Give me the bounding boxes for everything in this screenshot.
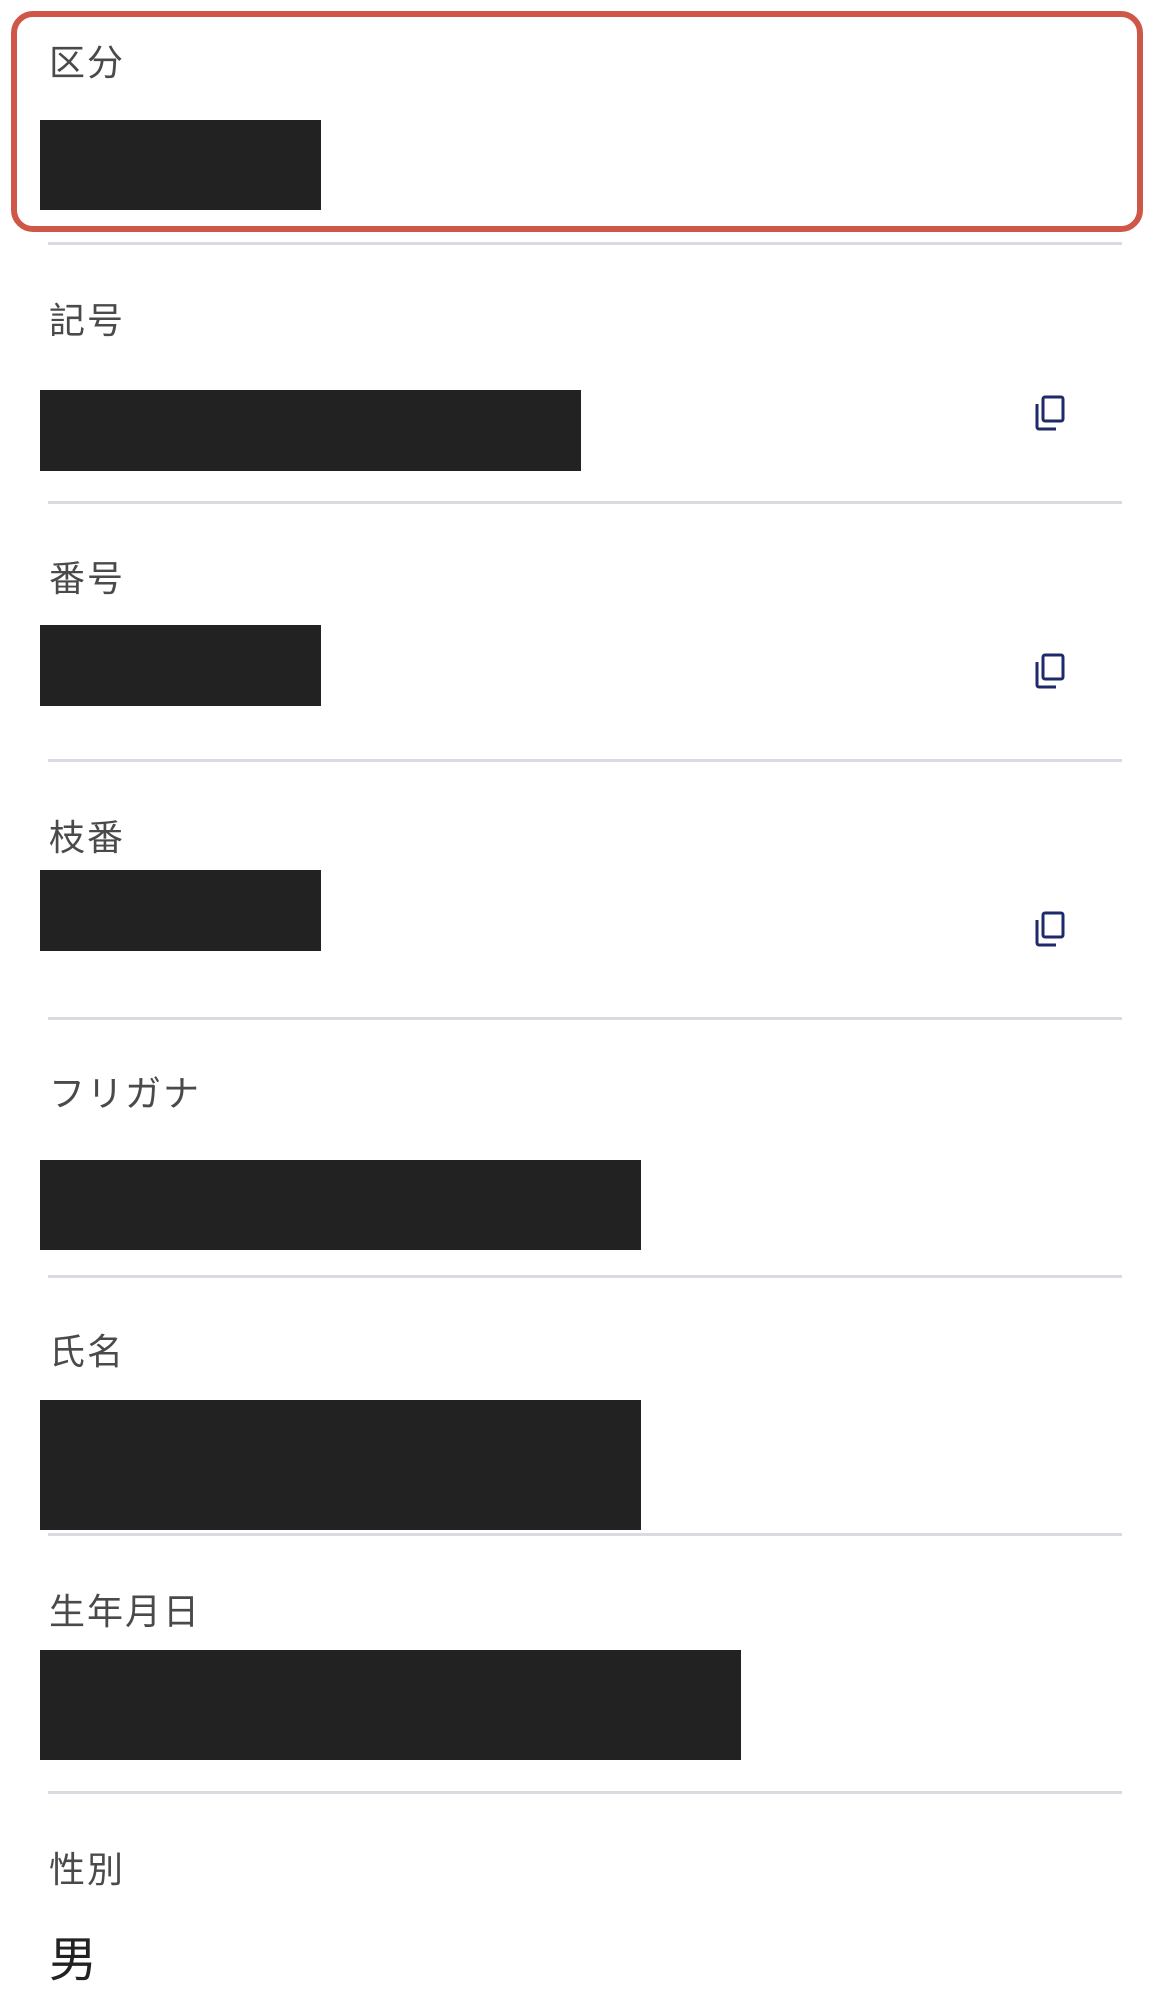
copy-kigou-button[interactable] — [1028, 389, 1072, 437]
copy-bangou-button[interactable] — [1028, 647, 1072, 695]
field-label-furigana: フリガナ — [49, 1074, 202, 1115]
divider — [48, 759, 1122, 762]
divider — [48, 1533, 1122, 1536]
field-label-bangou: 番号 — [49, 559, 126, 600]
copy-edaban-button[interactable] — [1028, 905, 1072, 953]
field-value-furigana-redacted — [40, 1160, 641, 1250]
field-value-bangou-redacted — [40, 625, 321, 706]
field-label-birthdate: 生年月日 — [49, 1592, 202, 1633]
divider — [48, 1275, 1122, 1278]
field-value-gender: 男 — [49, 1932, 98, 1988]
field-label-kubun: 区分 — [49, 43, 126, 84]
copy-icon — [1035, 395, 1065, 431]
field-label-edaban: 枝番 — [49, 818, 126, 859]
field-value-edaban-redacted — [40, 870, 321, 951]
field-value-birthdate-redacted — [40, 1650, 741, 1760]
copy-icon — [1035, 911, 1065, 947]
copy-icon — [1035, 653, 1065, 689]
divider — [48, 1017, 1122, 1020]
field-value-kubun-redacted — [40, 120, 321, 210]
field-label-shimei: 氏名 — [49, 1332, 126, 1373]
divider — [48, 1791, 1122, 1794]
field-label-gender: 性別 — [49, 1850, 126, 1891]
field-value-shimei-redacted — [40, 1400, 641, 1530]
field-value-kigou-redacted — [40, 390, 581, 471]
divider — [48, 501, 1122, 504]
divider — [48, 242, 1122, 245]
field-label-kigou: 記号 — [49, 301, 126, 342]
